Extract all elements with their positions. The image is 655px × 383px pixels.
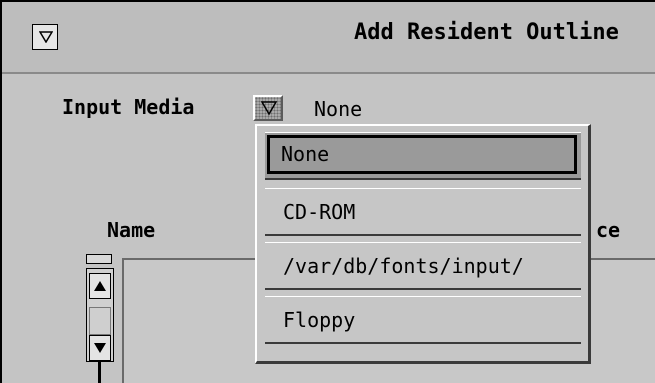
dropdown-item-label: Floppy [283, 308, 356, 332]
triangle-down-icon [261, 101, 277, 116]
title-bar: Add Resident Outline [0, 0, 655, 74]
input-media-value: None [314, 97, 363, 121]
input-media-dropdown: None CD-ROM /var/db/fonts/input/ Floppy [255, 124, 591, 364]
scroll-up-button[interactable] [89, 273, 111, 299]
dropdown-item-cd-rom[interactable]: CD-ROM [265, 188, 581, 236]
triangle-down-icon [39, 31, 53, 43]
dropdown-item-floppy[interactable]: Floppy [265, 296, 581, 344]
dropdown-item-label: None [281, 142, 330, 166]
scrollbar-cable [98, 362, 101, 383]
name-column-label: Name [107, 218, 156, 242]
scrollbar-top-cable-anchor[interactable] [86, 254, 112, 264]
window-menu-button[interactable] [32, 24, 58, 50]
dropdown-item-label: CD-ROM [283, 200, 356, 224]
list-scrollbar[interactable] [86, 254, 114, 383]
scroll-down-button[interactable] [89, 335, 111, 361]
dropdown-item-none[interactable]: None [265, 132, 581, 180]
triangle-down-icon [94, 343, 106, 353]
triangle-up-icon [94, 281, 106, 291]
scrollbar-drag-area[interactable] [89, 307, 111, 335]
scrollbar-elevator[interactable] [86, 268, 114, 362]
source-column-label: ce [596, 218, 621, 242]
dropdown-item-label: /var/db/fonts/input/ [283, 254, 524, 278]
add-resident-outline-window: Add Resident Outline Input Media None Na… [0, 0, 655, 383]
input-media-label: Input Media [62, 95, 195, 119]
window-title: Add Resident Outline [354, 20, 619, 45]
dropdown-item-var-db-fonts-input[interactable]: /var/db/fonts/input/ [265, 242, 581, 290]
input-media-menu-button[interactable] [253, 95, 283, 121]
